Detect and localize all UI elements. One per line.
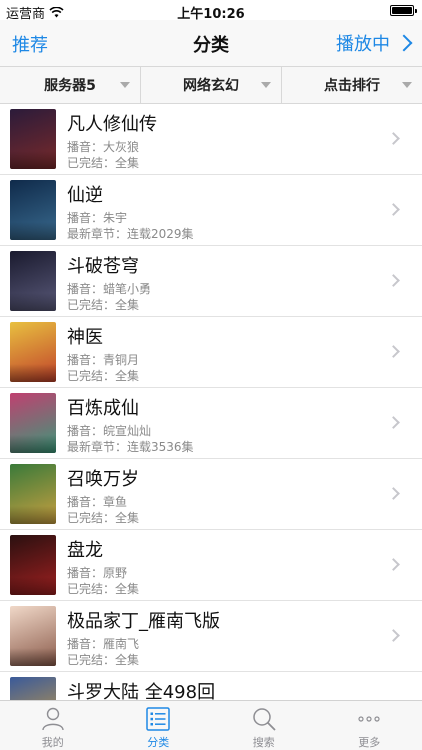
status-text: 已完结：全集 [67, 298, 140, 312]
chevron-right-icon [387, 132, 400, 145]
nav-bar: 推荐 分类 播放中 [0, 20, 422, 66]
search-icon [253, 708, 276, 731]
filter-sort[interactable]: 点击排行 [281, 67, 422, 103]
filter-label: 服务器5 [44, 78, 96, 94]
status-text: 最新章节：连载3536集 [67, 440, 194, 454]
tab-more[interactable]: 更多 [317, 701, 422, 750]
narrator-text: 播音：章鱼 [67, 495, 128, 509]
narrator-text: 播音：大灰狼 [67, 140, 140, 154]
filter-bar: 服务器5 网络玄幻 点击排行 [0, 66, 422, 104]
list-item[interactable]: 斗破苍穹 播音：蜡笔小勇 已完结：全集 [0, 246, 422, 317]
narrator-text: 播音：雁南飞 [67, 637, 140, 651]
book-cover [10, 180, 56, 240]
status-text: 已完结：全集 [67, 369, 140, 383]
tab-mine[interactable]: 我的 [0, 701, 106, 750]
filter-category[interactable]: 网络玄幻 [140, 67, 281, 103]
tab-label: 搜索 [252, 736, 275, 749]
status-text: 已完结：全集 [67, 156, 140, 170]
book-cover [10, 322, 56, 382]
narrator-text: 播音：蜡笔小勇 [67, 282, 152, 296]
chevron-right-icon [387, 558, 400, 571]
status-text: 最新章节：连载2029集 [67, 227, 194, 241]
status-text: 已完结：全集 [67, 582, 140, 596]
book-title: 百炼成仙 [67, 398, 139, 419]
list-icon [146, 707, 170, 731]
book-cover [10, 535, 56, 595]
tab-label: 我的 [41, 736, 64, 749]
list-item[interactable]: 凡人修仙传 播音：大灰狼 已完结：全集 [0, 104, 422, 175]
tab-bar: 我的 分类 搜索 更多 [0, 700, 422, 750]
tab-category[interactable]: 分类 [106, 701, 212, 750]
tab-label: 更多 [358, 736, 381, 749]
dropdown-arrow-icon [120, 82, 130, 88]
status-text: 已完结：全集 [67, 511, 140, 525]
book-cover [10, 606, 56, 666]
book-title: 凡人修仙传 [67, 114, 157, 135]
person-icon [42, 707, 64, 731]
book-title: 极品家丁_雁南飞版 [67, 611, 220, 632]
battery-icon [390, 5, 417, 16]
list-item[interactable]: 盘龙 播音：原野 已完结：全集 [0, 530, 422, 601]
list-item[interactable]: 极品家丁_雁南飞版 播音：雁南飞 已完结：全集 [0, 601, 422, 672]
chevron-right-icon [387, 487, 400, 500]
book-cover [10, 464, 56, 524]
status-text: 已完结：全集 [67, 653, 140, 667]
chevron-right-icon [387, 629, 400, 642]
book-cover [10, 251, 56, 311]
tab-search[interactable]: 搜索 [211, 701, 317, 750]
chevron-right-icon [387, 203, 400, 216]
book-title: 斗破苍穹 [67, 256, 139, 277]
now-playing-label: 播放中 [336, 34, 390, 55]
book-cover [10, 393, 56, 453]
narrator-text: 播音：皖宣灿灿 [67, 424, 152, 438]
list-item[interactable]: 神医 播音：青铜月 已完结：全集 [0, 317, 422, 388]
book-title: 斗罗大陆 全498回 [67, 682, 216, 700]
list-item[interactable]: 百炼成仙 播音：皖宣灿灿 最新章节：连载3536集 [0, 388, 422, 459]
tab-label: 分类 [147, 736, 170, 749]
narrator-text: 播音：朱宇 [67, 211, 128, 225]
book-title: 盘龙 [67, 540, 103, 561]
book-cover [10, 677, 56, 700]
chevron-right-icon [395, 34, 413, 52]
chevron-right-icon [387, 345, 400, 358]
book-title: 仙逆 [67, 185, 103, 206]
filter-label: 网络玄幻 [183, 78, 239, 94]
status-bar: 运营商 上午10:26 [0, 0, 422, 22]
dropdown-arrow-icon [261, 82, 271, 88]
chevron-right-icon [387, 274, 400, 287]
book-title: 召唤万岁 [67, 469, 139, 490]
list-item[interactable]: 斗罗大陆 全498回 [0, 672, 422, 700]
narrator-text: 播音：青铜月 [67, 353, 140, 367]
list-item[interactable]: 仙逆 播音：朱宇 最新章节：连载2029集 [0, 175, 422, 246]
more-icon [358, 716, 380, 722]
filter-label: 点击排行 [324, 78, 380, 94]
chevron-right-icon [387, 416, 400, 429]
now-playing-button[interactable]: 播放中 [336, 30, 413, 56]
dropdown-arrow-icon [402, 82, 412, 88]
book-cover [10, 109, 56, 169]
filter-server[interactable]: 服务器5 [0, 67, 140, 103]
book-title: 神医 [67, 327, 103, 348]
narrator-text: 播音：原野 [67, 566, 128, 580]
book-list: 凡人修仙传 播音：大灰狼 已完结：全集 仙逆 播音：朱宇 最新章节：连载2029… [0, 104, 422, 700]
list-item[interactable]: 召唤万岁 播音：章鱼 已完结：全集 [0, 459, 422, 530]
